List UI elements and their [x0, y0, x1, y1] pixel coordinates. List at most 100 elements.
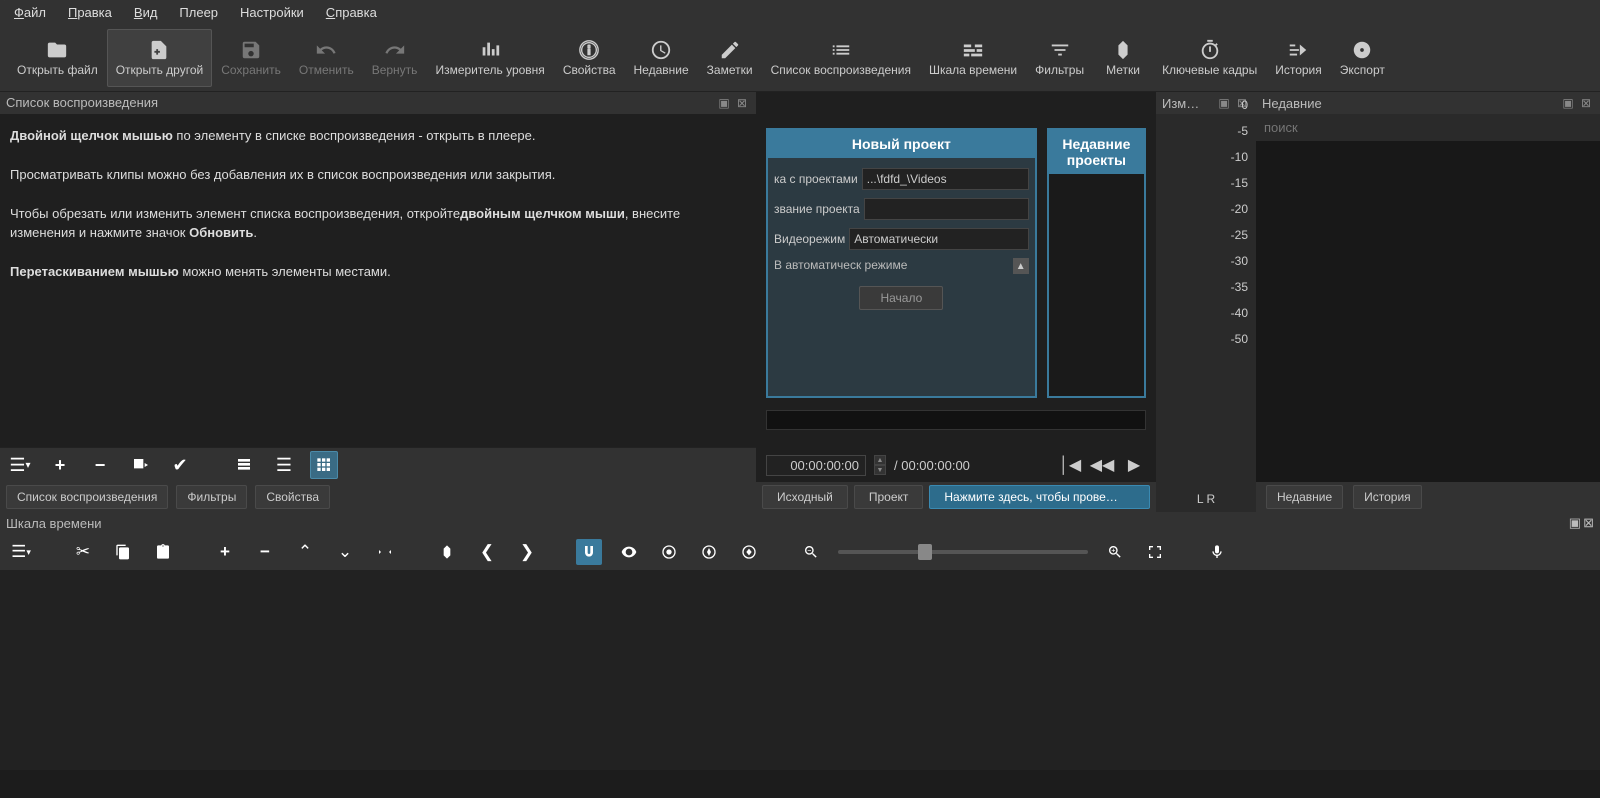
close-icon[interactable]: ⊠	[1583, 515, 1594, 531]
timeline-tracks[interactable]	[0, 570, 1600, 770]
undock-icon[interactable]: ▣	[1569, 515, 1581, 531]
menu-icon[interactable]: ☰▾	[8, 539, 34, 565]
skip-start-icon[interactable]: │◀	[1058, 453, 1082, 477]
menu-file[interactable]: Файл	[4, 3, 56, 22]
menu-help[interactable]: Справка	[316, 3, 387, 22]
undock-icon[interactable]: ▣	[716, 95, 732, 111]
timecode-input[interactable]	[766, 455, 866, 476]
clock-icon	[650, 39, 672, 61]
play-icon[interactable]: ▶	[1122, 453, 1146, 477]
next-marker-icon[interactable]: ❯	[514, 539, 540, 565]
tab-playlist[interactable]: Список воспроизведения	[6, 485, 168, 509]
snap-icon[interactable]	[576, 539, 602, 565]
lift-icon[interactable]: ⌃	[292, 539, 318, 565]
open-other-button[interactable]: Открыть другой	[107, 29, 213, 87]
save-button[interactable]: Сохранить	[212, 29, 290, 87]
notes-button[interactable]: Заметки	[698, 29, 762, 87]
overwrite-icon[interactable]: ⌄	[332, 539, 358, 565]
menu-view[interactable]: Вид	[124, 3, 168, 22]
keyframes-button[interactable]: Ключевые кадры	[1153, 29, 1266, 87]
equalizer-icon	[479, 39, 501, 61]
prev-marker-icon[interactable]: ❮	[474, 539, 500, 565]
tab-project[interactable]: Проект	[854, 485, 924, 509]
timeline-button[interactable]: Шкала времени	[920, 29, 1026, 87]
marker-icon	[1112, 39, 1134, 61]
menu-bar: Файл Правка Вид Плеер Настройки Справка	[0, 0, 1600, 24]
filters-button[interactable]: Фильтры	[1026, 29, 1093, 87]
properties-button[interactable]: Свойства	[554, 29, 625, 87]
tab-recent[interactable]: Недавние	[1266, 485, 1343, 509]
redo-button[interactable]: Вернуть	[363, 29, 427, 87]
menu-edit[interactable]: Правка	[58, 3, 122, 22]
ripple-markers-icon[interactable]	[736, 539, 762, 565]
playlist-tabs: Список воспроизведения Фильтры Свойства	[0, 483, 756, 512]
timecode-spinner[interactable]: ▲▼	[874, 455, 886, 475]
timeline-toolbar: ☰▾ ✂ + − ⌃ ⌄ ❮ ❯	[0, 534, 1600, 570]
menu-settings[interactable]: Настройки	[230, 3, 314, 22]
start-button[interactable]: Начало	[859, 286, 943, 310]
paste-icon[interactable]	[150, 539, 176, 565]
recent-button[interactable]: Недавние	[625, 29, 698, 87]
new-project-header: Новый проект	[768, 130, 1035, 158]
undo-button[interactable]: Отменить	[290, 29, 363, 87]
zoom-in-icon[interactable]	[1102, 539, 1128, 565]
history-button[interactable]: История	[1266, 29, 1331, 87]
append-icon[interactable]: +	[212, 539, 238, 565]
copy-icon[interactable]	[110, 539, 136, 565]
view-list-icon[interactable]: ☰	[270, 451, 298, 479]
scrub-marker-icon: ▼	[0, 0, 10, 3]
filter-icon	[1049, 39, 1071, 61]
playlist-toolbar: ☰▾ + − ✔ ☰	[0, 447, 756, 482]
project-name-input[interactable]	[864, 198, 1029, 220]
marker-icon[interactable]	[434, 539, 460, 565]
recent-search-input[interactable]	[1256, 114, 1600, 141]
zoom-slider[interactable]	[838, 550, 1088, 554]
record-audio-icon[interactable]	[1204, 539, 1230, 565]
update-icon[interactable]: ✔	[166, 451, 194, 479]
export-button[interactable]: Экспорт	[1331, 29, 1394, 87]
edit-icon	[719, 39, 741, 61]
cut-icon[interactable]: ✂	[70, 539, 96, 565]
video-mode-select[interactable]: Автоматически	[849, 228, 1028, 250]
insert-icon[interactable]	[126, 451, 154, 479]
mode-description: В автоматическ режиме	[774, 258, 907, 274]
tab-filters[interactable]: Фильтры	[176, 485, 247, 509]
video-mode-label: Видеорежим	[774, 232, 845, 246]
undock-icon[interactable]: ▣	[1560, 95, 1576, 111]
close-icon[interactable]: ⊠	[734, 95, 750, 111]
project-folder-value[interactable]: ...\fdfd_\Videos	[862, 168, 1029, 190]
remove-icon[interactable]: −	[86, 451, 114, 479]
add-icon[interactable]: +	[46, 451, 74, 479]
remove-icon[interactable]: −	[252, 539, 278, 565]
main-toolbar: Открыть файл Открыть другой Сохранить От…	[0, 24, 1600, 92]
view-details-icon[interactable]	[230, 451, 258, 479]
split-icon[interactable]	[372, 539, 398, 565]
ripple-icon[interactable]	[656, 539, 682, 565]
tab-properties[interactable]: Свойства	[255, 485, 330, 509]
history-icon	[1287, 39, 1309, 61]
tab-source[interactable]: Исходный	[762, 485, 848, 509]
view-grid-icon[interactable]	[310, 451, 338, 479]
scrub-bar[interactable]: ▼	[756, 408, 1156, 448]
playlist-button[interactable]: Список воспроизведения	[762, 29, 920, 87]
close-icon[interactable]: ⊠	[1578, 95, 1594, 111]
recent-projects-header: Недавние проекты	[1049, 130, 1144, 174]
redo-icon	[384, 39, 406, 61]
viewer-panel: Новый проект ка с проектами ...\fdfd_\Vi…	[756, 92, 1156, 512]
zoom-out-icon[interactable]	[798, 539, 824, 565]
undock-icon[interactable]: ▣	[1216, 95, 1232, 111]
list-icon	[830, 39, 852, 61]
markers-button[interactable]: Метки	[1093, 29, 1153, 87]
tab-history[interactable]: История	[1353, 485, 1422, 509]
zoom-fit-icon[interactable]	[1142, 539, 1168, 565]
menu-icon[interactable]: ☰▾	[6, 451, 34, 479]
click-here-button[interactable]: Нажмите здесь, чтобы прове…	[929, 485, 1150, 509]
rewind-icon[interactable]: ◀◀	[1090, 453, 1114, 477]
scroll-up-icon[interactable]: ▲	[1013, 258, 1029, 274]
level-meter-button[interactable]: Измеритель уровня	[426, 29, 553, 87]
menu-player[interactable]: Плеер	[169, 3, 228, 22]
scrub-audio-icon[interactable]	[616, 539, 642, 565]
open-file-button[interactable]: Открыть файл	[8, 29, 107, 87]
project-name-label: звание проекта	[774, 202, 860, 216]
ripple-all-icon[interactable]	[696, 539, 722, 565]
